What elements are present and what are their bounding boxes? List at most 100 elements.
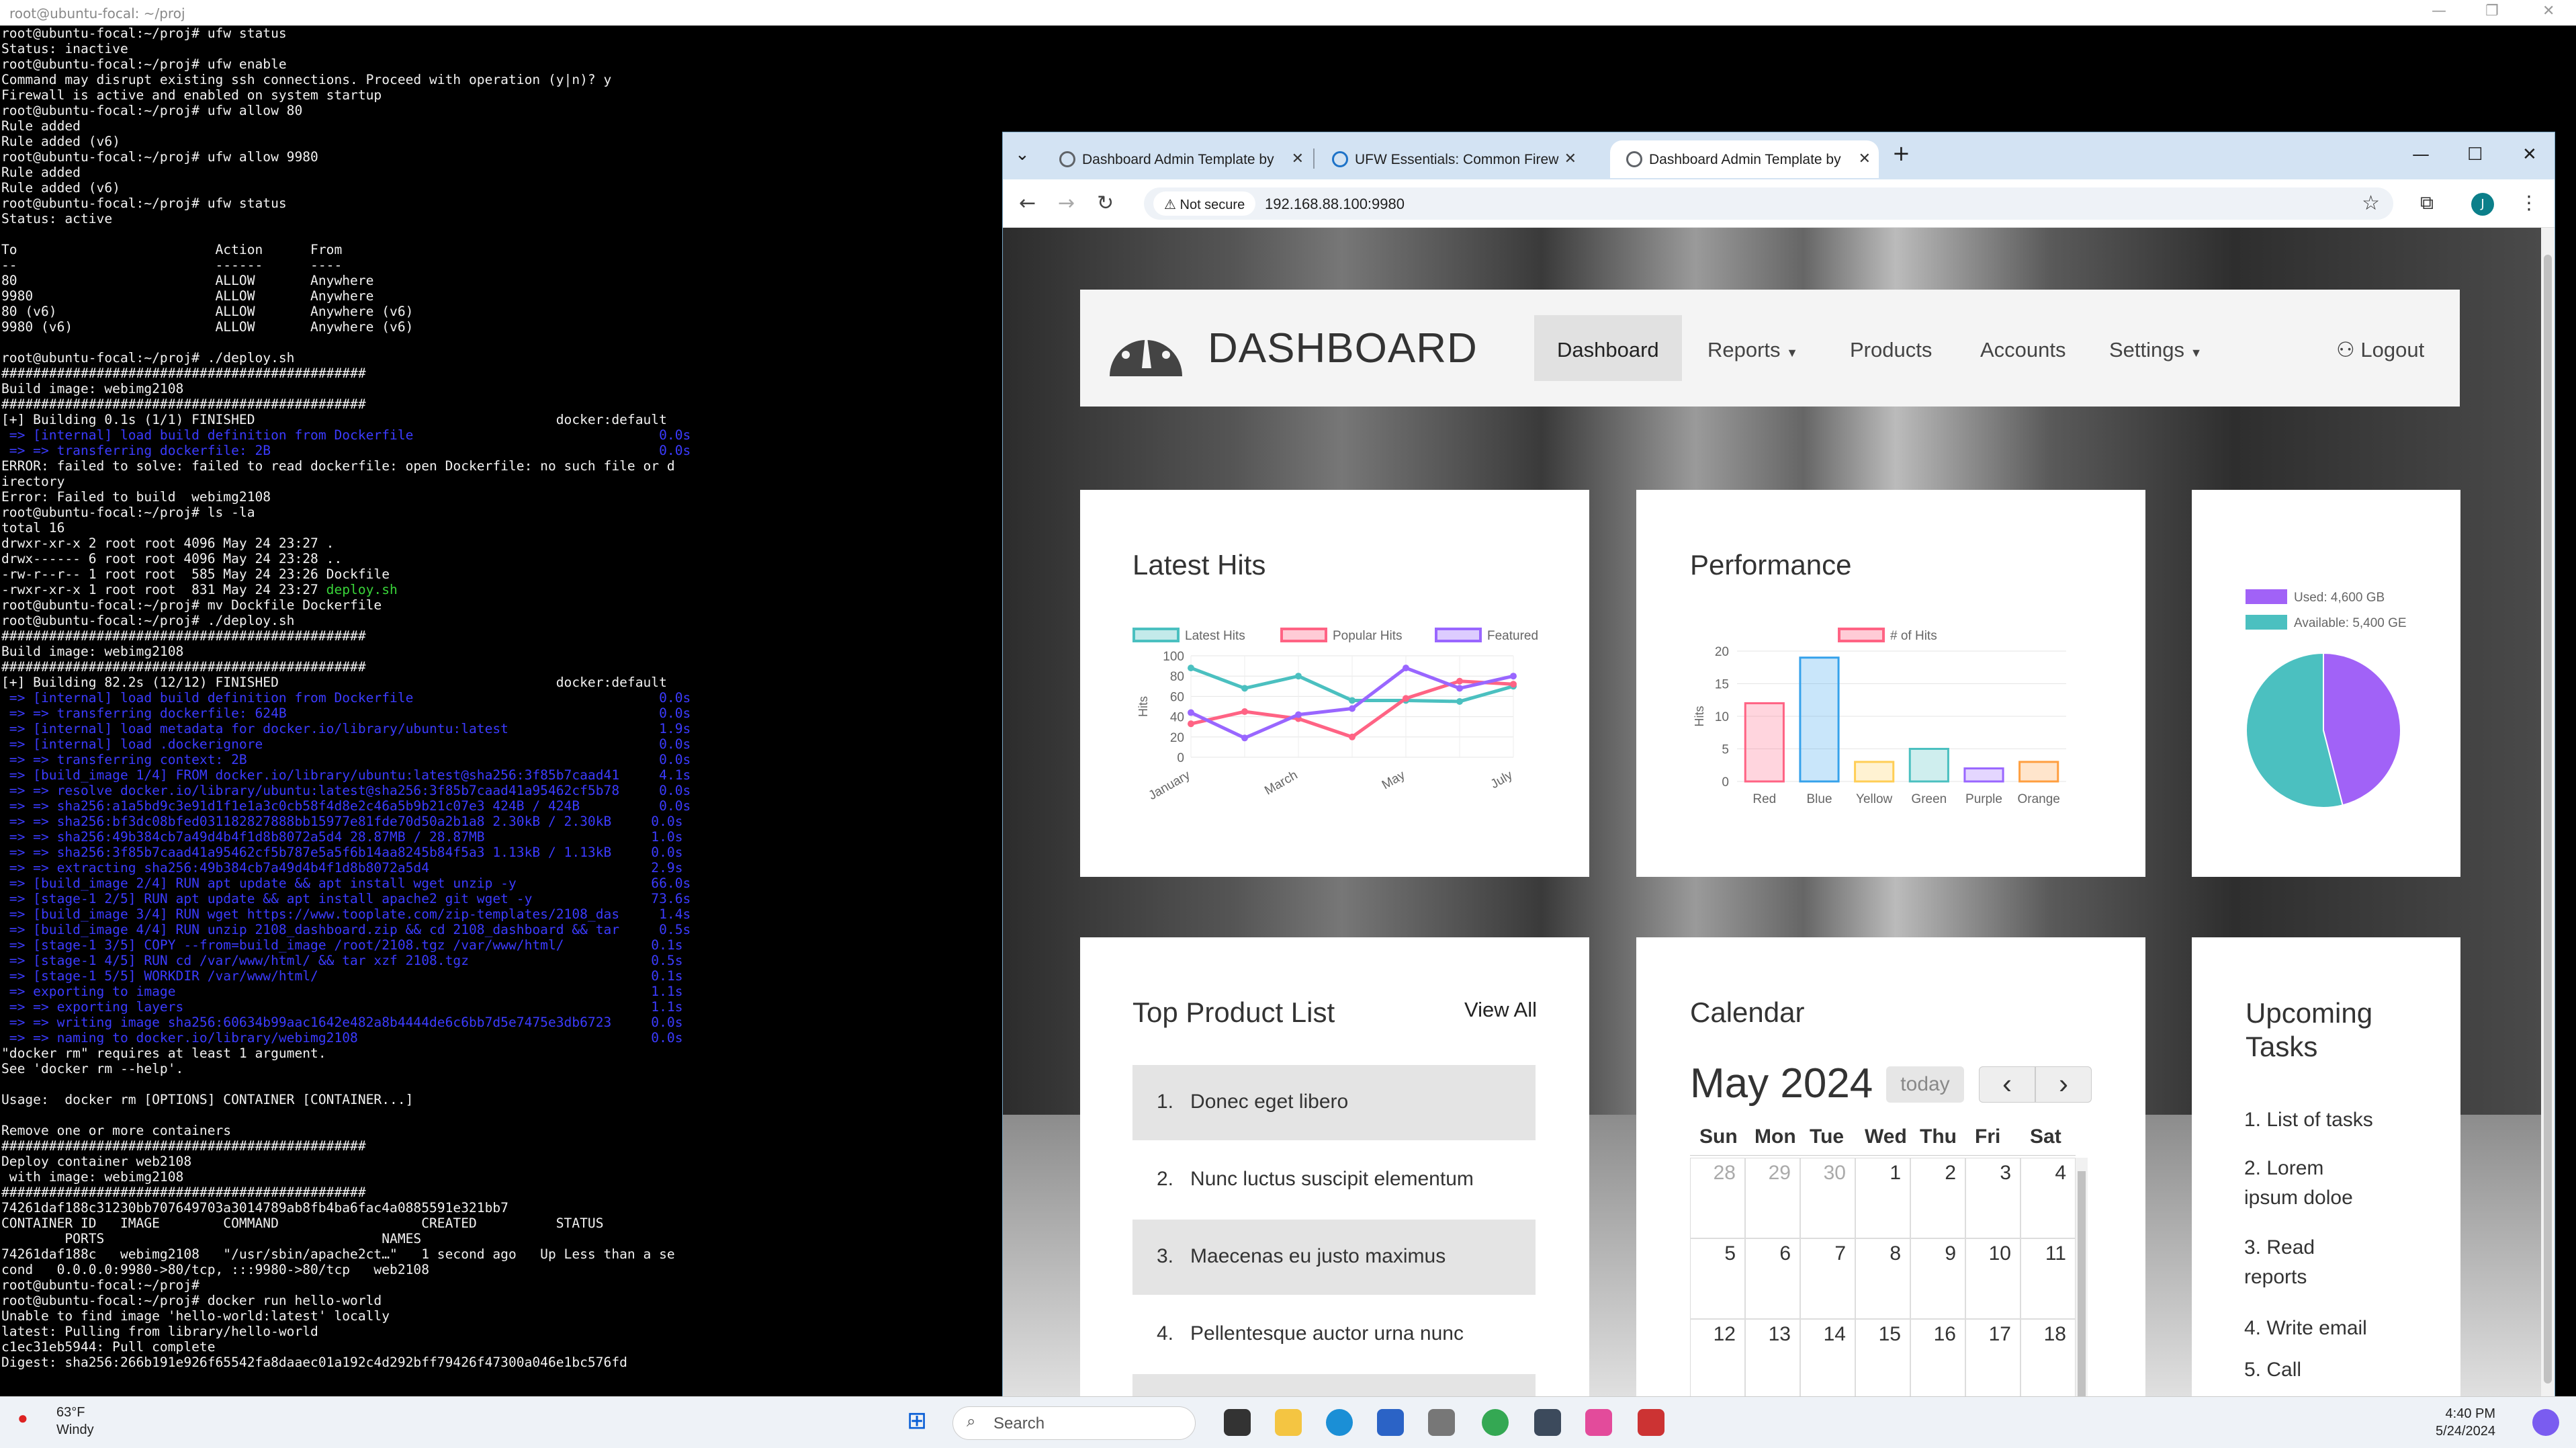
snipping-tool-icon[interactable] bbox=[1638, 1409, 1664, 1436]
calendar-cell[interactable] bbox=[1855, 1158, 1910, 1238]
scrollbar-thumb[interactable] bbox=[2078, 1171, 2086, 1397]
chrome-icon[interactable] bbox=[1482, 1409, 1509, 1436]
task-view-icon[interactable] bbox=[1224, 1409, 1251, 1436]
terminal-line: => [internal] load metadata for docker.i… bbox=[1, 721, 691, 736]
close-tab-icon[interactable]: ✕ bbox=[1292, 150, 1304, 167]
restore-icon[interactable]: ❐ bbox=[2485, 3, 2499, 19]
task-item[interactable]: 4. Write email bbox=[2244, 1314, 2367, 1343]
calendar-cell[interactable] bbox=[1910, 1158, 1965, 1238]
latest-hits-chart: Latest Hits Popular Hits Featured 0 20 40 60 80… bbox=[1132, 628, 1538, 803]
close-tab-icon[interactable]: ✕ bbox=[1564, 150, 1576, 167]
today-button[interactable]: today bbox=[1886, 1066, 1964, 1103]
calendar-cell[interactable] bbox=[2020, 1319, 2076, 1397]
calendar-cell[interactable] bbox=[1745, 1238, 1800, 1319]
next-month-button[interactable]: › bbox=[2035, 1066, 2092, 1103]
calendar-month: May 2024 bbox=[1690, 1060, 1873, 1107]
calendar-cell[interactable] bbox=[1855, 1319, 1910, 1397]
nav-logout[interactable]: ⚇ Logout bbox=[2313, 315, 2447, 381]
windows-start-icon[interactable]: ⊞ bbox=[907, 1406, 934, 1434]
product-item[interactable]: 1. Donec eget libero bbox=[1132, 1065, 1536, 1140]
reload-icon[interactable]: ↻ bbox=[1097, 191, 1114, 215]
calendar-cell[interactable] bbox=[1690, 1238, 1745, 1319]
calendar-cell[interactable] bbox=[1690, 1158, 1745, 1238]
new-tab-icon[interactable]: + bbox=[1892, 140, 1910, 166]
brand-title: DASHBOARD bbox=[1208, 325, 1478, 372]
close-icon[interactable]: ✕ bbox=[2542, 3, 2555, 19]
calendar-cell[interactable] bbox=[1965, 1319, 2020, 1397]
edge-icon[interactable] bbox=[1326, 1409, 1353, 1436]
data-point bbox=[1241, 685, 1248, 692]
calendar-cell[interactable] bbox=[1800, 1319, 1855, 1397]
photos-icon[interactable] bbox=[1428, 1409, 1455, 1436]
product-item[interactable] bbox=[1132, 1374, 1536, 1397]
product-item[interactable]: 4. Pellentesque auctor urna nunc bbox=[1132, 1297, 1536, 1372]
scrollbar-thumb[interactable] bbox=[2544, 255, 2552, 1383]
nav-label: Dashboard bbox=[1557, 338, 1659, 361]
terminal-line: See 'docker rm --help'. bbox=[1, 1061, 184, 1076]
maximize-icon[interactable]: ☐ bbox=[2467, 144, 2483, 165]
calendar-cell[interactable] bbox=[1800, 1158, 1855, 1238]
calendar-cell[interactable] bbox=[1800, 1238, 1855, 1319]
calendar-scrollbar[interactable] bbox=[2076, 1158, 2088, 1397]
y-axis-label: Hits bbox=[1137, 696, 1150, 717]
task-item[interactable]: 1. List of tasks bbox=[2244, 1105, 2373, 1135]
virtualbox-icon[interactable] bbox=[1534, 1409, 1561, 1436]
not-secure-badge[interactable]: ⚠ Not secure bbox=[1153, 191, 1256, 216]
prev-month-button[interactable]: ‹ bbox=[1979, 1066, 2035, 1103]
task-text: reports bbox=[2244, 1266, 2307, 1288]
product-item[interactable]: 3. Maecenas eu justo maximus bbox=[1132, 1220, 1536, 1295]
calendar-cell[interactable] bbox=[1745, 1319, 1800, 1397]
extensions-icon[interactable]: ⧉ bbox=[2420, 191, 2434, 214]
nav-accounts[interactable]: Accounts bbox=[1957, 315, 2089, 381]
forward-icon[interactable]: → bbox=[1058, 191, 1075, 215]
system-clock[interactable]: 4:40 PM 5/24/2024 bbox=[2436, 1405, 2495, 1440]
calendar-cell[interactable] bbox=[1690, 1319, 1745, 1397]
task-item[interactable]: 3. Read reports bbox=[2244, 1233, 2315, 1292]
digitalocean-icon bbox=[1332, 151, 1348, 167]
product-name: Maecenas eu justo maximus bbox=[1190, 1245, 1446, 1267]
store-icon[interactable] bbox=[1377, 1409, 1404, 1436]
calendar-cell[interactable] bbox=[1910, 1319, 1965, 1397]
terminal-line: Deploy container web2108 bbox=[1, 1154, 192, 1169]
address-bar[interactable]: ⚠ Not secure 192.168.88.100:9980 ☆ bbox=[1144, 187, 2393, 220]
tab-dashboard-active[interactable]: Dashboard Admin Template by ✕ bbox=[1610, 140, 1879, 178]
app-icon[interactable] bbox=[1585, 1409, 1612, 1436]
tab-ufw[interactable]: UFW Essentials: Common Firew ✕ bbox=[1316, 140, 1585, 178]
view-all-link[interactable]: View All bbox=[1464, 998, 1537, 1022]
calendar-cell[interactable] bbox=[1745, 1158, 1800, 1238]
close-window-icon[interactable]: ✕ bbox=[2522, 144, 2537, 165]
minimize-icon[interactable]: — bbox=[2432, 3, 2446, 19]
task-item[interactable]: 2. Lorem ipsum doloe bbox=[2244, 1154, 2353, 1213]
data-point bbox=[1241, 734, 1248, 742]
file-explorer-icon[interactable] bbox=[1275, 1409, 1302, 1436]
calendar-cell[interactable] bbox=[2020, 1158, 2076, 1238]
tab-dashboard-1[interactable]: Dashboard Admin Template by ✕ bbox=[1043, 140, 1312, 178]
terminal-line: => exporting to image 1.1s bbox=[1, 984, 683, 999]
calendar-cell[interactable] bbox=[2020, 1238, 2076, 1319]
terminal-line: => => exporting layers 1.1s bbox=[1, 999, 683, 1015]
bookmark-star-icon[interactable]: ☆ bbox=[2362, 191, 2380, 215]
minimize-icon[interactable]: — bbox=[2412, 144, 2430, 165]
back-icon[interactable]: ← bbox=[1019, 191, 1036, 215]
tab-search-icon[interactable]: ⌄ bbox=[1015, 144, 1030, 165]
copilot-icon[interactable] bbox=[2532, 1409, 2559, 1436]
taskbar-search[interactable]: ⌕ Search bbox=[952, 1406, 1196, 1440]
nav-reports[interactable]: Reports ▼ bbox=[1685, 315, 1821, 381]
task-item[interactable]: 5. Call bbox=[2244, 1355, 2301, 1385]
calendar-cell[interactable] bbox=[1965, 1238, 2020, 1319]
close-tab-icon[interactable]: ✕ bbox=[1859, 150, 1871, 167]
calendar-cell[interactable] bbox=[1910, 1238, 1965, 1319]
calendar-cell[interactable] bbox=[1965, 1158, 2020, 1238]
nav-settings[interactable]: Settings ▼ bbox=[2086, 315, 2225, 381]
nav-dashboard[interactable]: Dashboard bbox=[1534, 315, 1682, 381]
profile-avatar[interactable]: J bbox=[2471, 193, 2494, 216]
calendar-cell[interactable] bbox=[1855, 1238, 1910, 1319]
menu-kebab-icon[interactable]: ⋮ bbox=[2520, 191, 2538, 214]
nav-products[interactable]: Products bbox=[1827, 315, 1955, 381]
x-tick-label: Yellow bbox=[1856, 792, 1893, 806]
product-item[interactable]: 2. Nunc luctus suscipit elementum bbox=[1132, 1142, 1536, 1218]
page-scrollbar[interactable] bbox=[2541, 228, 2555, 1397]
terminal-output[interactable]: root@ubuntu-focal:~/proj# ufw status Stat… bbox=[0, 26, 1004, 1396]
url-text[interactable]: 192.168.88.100:9980 bbox=[1265, 196, 1405, 213]
